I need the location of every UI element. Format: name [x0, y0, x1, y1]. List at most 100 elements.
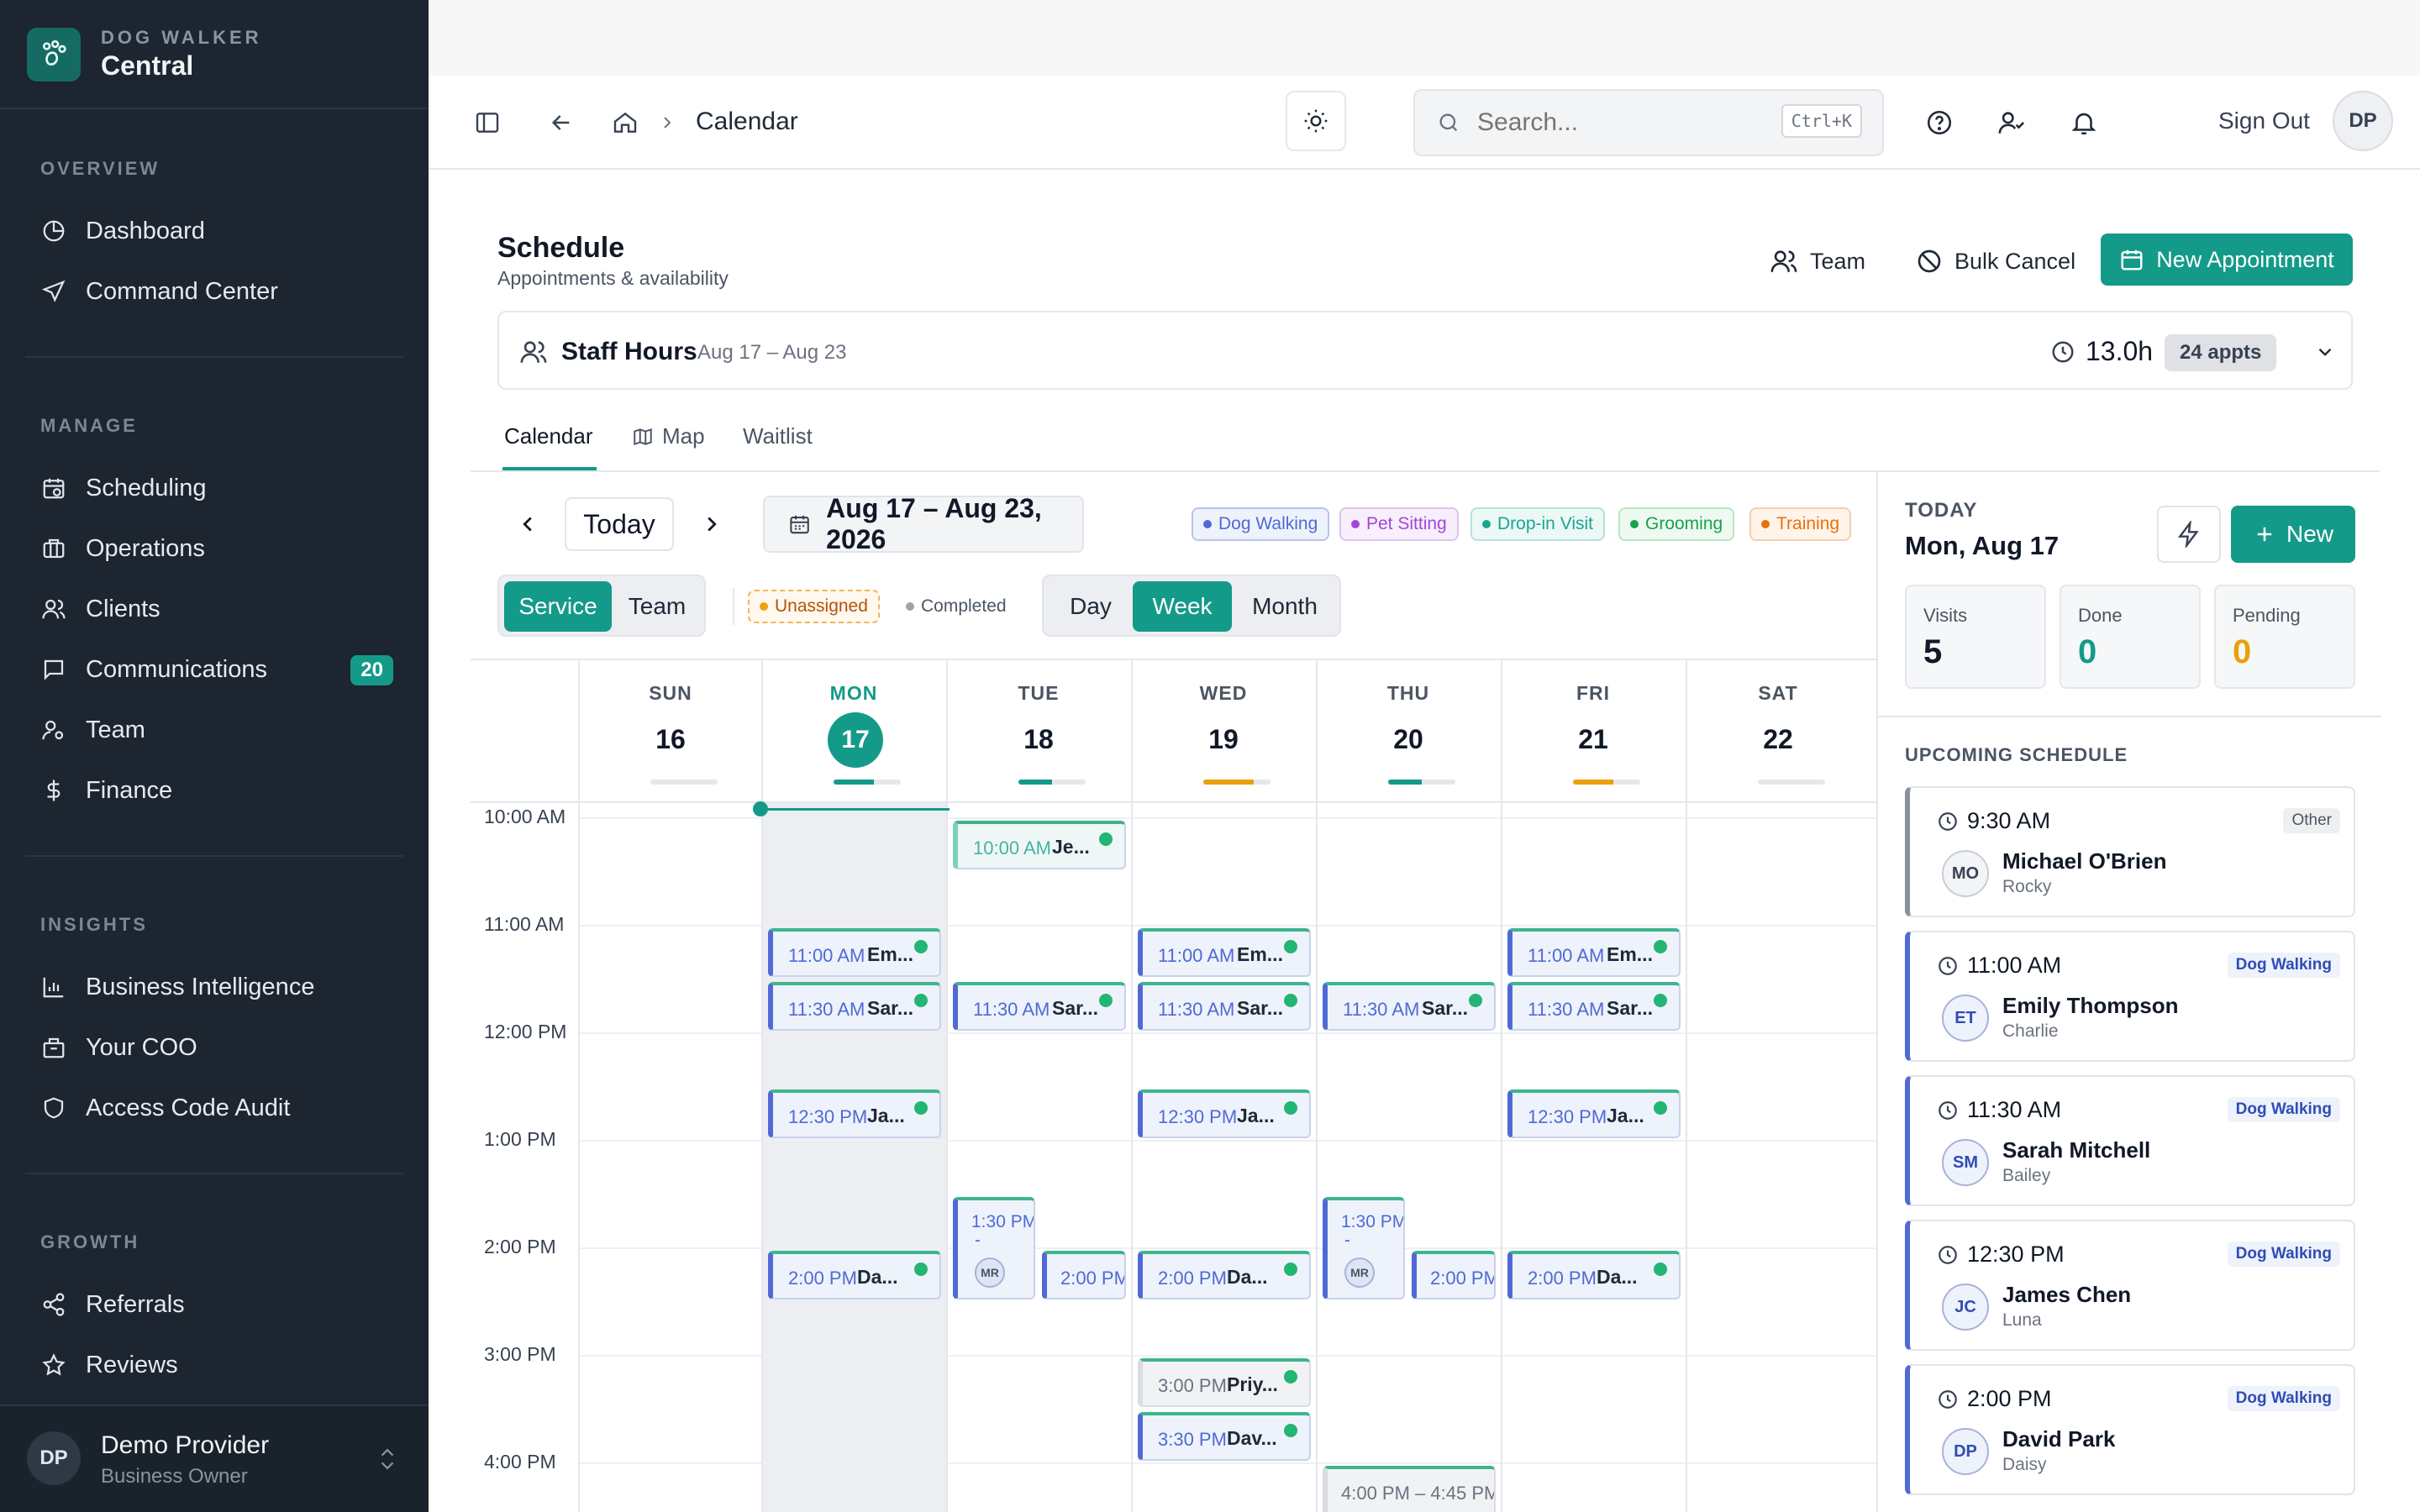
calendar-event[interactable]: 2:00 PM Da... [1138, 1251, 1311, 1300]
calendar-event[interactable]: 12:30 PM Ja... [1138, 1089, 1311, 1139]
tab-map[interactable]: Map [632, 423, 705, 449]
month-view-button[interactable]: Month [1234, 581, 1336, 632]
sidebar-item-dashboard[interactable]: Dashboard [40, 210, 393, 252]
status-dot [1099, 994, 1113, 1008]
day-header-sun[interactable]: SUN 16 [578, 660, 763, 801]
calendar-event[interactable]: 2:00 PM Da... [768, 1251, 941, 1300]
day-header-mon[interactable]: MON 17 [761, 660, 946, 801]
day-view-button[interactable]: Day [1049, 581, 1133, 632]
chevron-down-icon[interactable] [2314, 341, 2336, 363]
color-by-team-button[interactable]: Team [613, 581, 701, 632]
upcoming-appointment-card[interactable]: 2:00 PM Dog Walking DP David Park Daisy [1905, 1364, 2355, 1495]
week-view-button[interactable]: Week [1133, 581, 1232, 632]
theme-toggle-button[interactable] [1286, 91, 1346, 151]
client-name: Emily Thompson [2002, 993, 2179, 1018]
user-check-icon[interactable] [1995, 106, 2028, 139]
day-header-tue[interactable]: TUE 18 [946, 660, 1131, 801]
time-label: 1:00 PM [484, 1128, 556, 1151]
user-menu[interactable]: DP Demo Provider Business Owner [0, 1404, 429, 1512]
sidebar-item-communications[interactable]: Communications 20 [40, 648, 393, 690]
search-shortcut: Ctrl+K [1781, 104, 1862, 138]
calendar-event[interactable]: 11:00 AM Em... [1507, 928, 1681, 978]
upcoming-appointment-card[interactable]: 12:30 PM Dog Walking JC James Chen Luna [1905, 1220, 2355, 1351]
calendar-event[interactable]: 3:00 PM Priy... [1138, 1358, 1311, 1408]
calendar-event[interactable]: 1:30 PM - MR [953, 1197, 1035, 1300]
sidebar-item-team[interactable]: Team [40, 709, 393, 751]
hour-line [578, 925, 1876, 927]
unassigned-filter-chip[interactable]: Unassigned [748, 590, 880, 623]
legend-pet-sitting[interactable]: Pet Sitting [1339, 507, 1459, 541]
clock-icon [1937, 1100, 1959, 1121]
tab-calendar[interactable]: Calendar [504, 423, 593, 449]
search-input[interactable] [1477, 108, 1754, 137]
calendar-event[interactable]: 11:00 AM Em... [1138, 928, 1311, 978]
today-button[interactable]: Today [565, 497, 674, 551]
day-header-fri[interactable]: FRI 21 [1501, 660, 1686, 801]
sidebar-item-referrals[interactable]: Referrals [40, 1284, 393, 1326]
upcoming-appointment-card[interactable]: 9:30 AM Other MO Michael O'Brien Rocky [1905, 786, 2355, 917]
day-header-sat[interactable]: SAT 22 [1686, 660, 1870, 801]
calendar-event[interactable]: 11:30 AM Sar... [768, 982, 941, 1032]
calendar-event[interactable]: 2:00 PM [1412, 1251, 1496, 1300]
legend-drop-in-visit[interactable]: Drop-in Visit [1470, 507, 1605, 541]
calendar-event[interactable]: 4:00 PM – 4:45 PMMR [1323, 1466, 1496, 1512]
upcoming-appointment-card[interactable]: 11:00 AM Dog Walking ET Emily Thompson Charl… [1905, 931, 2355, 1062]
calendar-event[interactable]: 10:00 AM Je... [953, 821, 1126, 870]
sidebar-item-finance[interactable]: Finance [40, 769, 393, 811]
calendar-event[interactable]: 11:30 AM Sar... [1138, 982, 1311, 1032]
back-arrow-icon[interactable] [544, 106, 578, 139]
staff-hours-range: Aug 17 – Aug 23 [697, 341, 847, 364]
appointment-time-label: 12:30 PM [1967, 1242, 2065, 1267]
sign-out-link[interactable]: Sign Out [2218, 108, 2310, 134]
legend-grooming[interactable]: Grooming [1618, 507, 1735, 541]
calendar-event[interactable]: 11:30 AM Sar... [953, 982, 1126, 1032]
calendar-event[interactable]: 2:00 PM Da... [1507, 1251, 1681, 1300]
calendar-event[interactable]: 11:00 AM Em... [768, 928, 941, 978]
legend-dog-walking[interactable]: Dog Walking [1192, 507, 1330, 541]
sidebar-item-reviews[interactable]: Reviews [40, 1344, 393, 1386]
tab-waitlist[interactable]: Waitlist [743, 423, 813, 449]
stat-value: 5 [1923, 633, 1943, 670]
new-appointment-button[interactable]: New Appointment [2101, 234, 2353, 286]
date-range-picker[interactable]: Aug 17 – Aug 23, 2026 [763, 493, 1084, 554]
sidebar-item-clients[interactable]: Clients [40, 588, 393, 630]
day-header-thu[interactable]: THU 20 [1316, 660, 1501, 801]
color-by-service-button[interactable]: Service [504, 581, 612, 632]
team-button[interactable]: Team [1770, 235, 1865, 287]
calendar-event[interactable]: 12:30 PM Ja... [1507, 1089, 1681, 1139]
sidebar-item-scheduling[interactable]: Scheduling [40, 467, 393, 509]
brand[interactable]: DOG WALKER Central [27, 27, 262, 81]
sidebar-item-your-coo[interactable]: Your COO [40, 1026, 393, 1068]
calendar-event[interactable]: 2:00 PM [1042, 1251, 1126, 1300]
calendar-event[interactable]: 11:30 AM Sar... [1323, 982, 1496, 1032]
sidebar-item-business-intelligence[interactable]: Business Intelligence [40, 966, 393, 1008]
bulk-cancel-button[interactable]: Bulk Cancel [1916, 235, 2075, 287]
quick-action-button[interactable] [2157, 506, 2221, 563]
day-name: TUE [1018, 682, 1060, 704]
legend-training[interactable]: Training [1749, 507, 1852, 541]
calendar-event[interactable]: 11:30 AM Sar... [1507, 982, 1681, 1032]
calendar-event[interactable]: 3:30 PM Dav... [1138, 1412, 1311, 1462]
day-number: 20 [1393, 724, 1423, 754]
help-icon[interactable] [1923, 106, 1956, 139]
sidebar-toggle-icon[interactable] [471, 106, 504, 139]
prev-week-icon[interactable] [511, 507, 544, 541]
client-avatar: MO [1942, 850, 1989, 897]
sidebar-item-operations[interactable]: Operations [40, 528, 393, 570]
sidebar-item-access-code-audit[interactable]: Access Code Audit [40, 1087, 393, 1129]
sidebar-item-command-center[interactable]: Command Center [40, 270, 393, 312]
staff-hours-panel[interactable]: Staff Hours Aug 17 – Aug 23 13.0h 24 app… [497, 311, 2353, 390]
upcoming-appointment-card[interactable]: 11:30 AM Dog Walking SM Sarah Mitchell Baile… [1905, 1075, 2355, 1206]
calendar-event[interactable]: 12:30 PM Ja... [768, 1089, 941, 1139]
search-box[interactable]: Ctrl+K [1413, 89, 1884, 156]
bell-icon[interactable] [2067, 106, 2101, 139]
calendar-event[interactable]: 1:30 PM - MR [1323, 1197, 1405, 1300]
breadcrumb[interactable]: Calendar [696, 108, 798, 136]
day-header-wed[interactable]: WED 19 [1131, 660, 1316, 801]
home-icon[interactable] [608, 106, 642, 139]
completed-filter-chip[interactable]: Completed [896, 590, 1017, 623]
new-button[interactable]: New [2231, 506, 2355, 563]
event-client: Da... [1597, 1266, 1638, 1289]
next-week-icon[interactable] [695, 507, 729, 541]
header-avatar[interactable]: DP [2333, 91, 2393, 151]
